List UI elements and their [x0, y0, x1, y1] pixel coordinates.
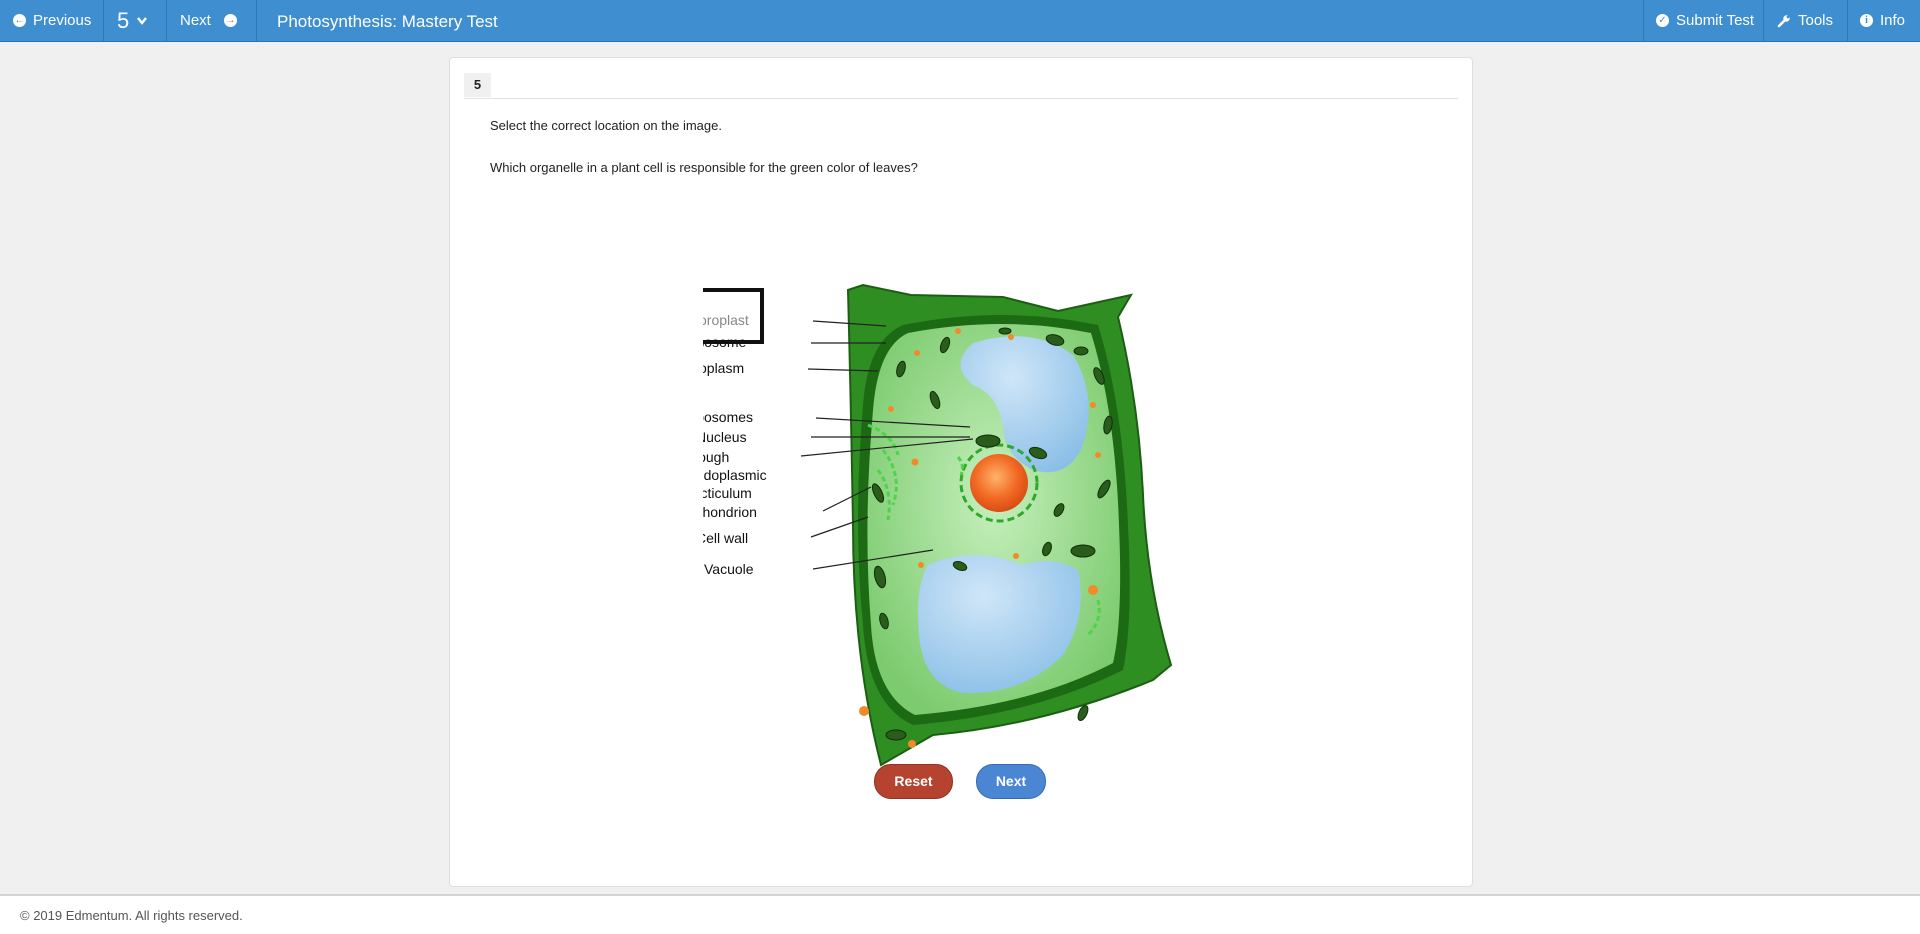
toolbar-divider	[1643, 0, 1644, 41]
toolbar-divider	[166, 0, 167, 41]
copyright-text: © 2019 Edmentum. All rights reserved.	[20, 908, 243, 923]
arrow-right-circle-icon: →	[223, 14, 237, 27]
arrow-left-circle-icon: ←	[13, 14, 26, 27]
tools-button[interactable]: Tools	[1777, 0, 1833, 41]
question-card: 5 Select the correct location on the ima…	[449, 57, 1473, 887]
footer: © 2019 Edmentum. All rights reserved.	[0, 894, 1920, 934]
wrench-icon	[1777, 14, 1790, 27]
toolbar-divider	[256, 0, 257, 41]
test-title: Photosynthesis: Mastery Test	[277, 12, 498, 31]
info-circle-icon: i	[1860, 14, 1873, 27]
previous-button[interactable]: ← Previous	[13, 0, 91, 41]
question-prompt: Which organelle in a plant cell is respo…	[490, 160, 918, 175]
question-number: 5	[117, 7, 130, 33]
label-rough-er-line3: recticulum	[703, 485, 752, 501]
reset-button[interactable]: Reset	[874, 764, 953, 799]
question-tab: 5	[464, 73, 491, 97]
next-button[interactable]: Next	[976, 764, 1046, 799]
plant-cell-diagram[interactable]: Chloroplast Lysosome Cytoplasm Ribosomes…	[703, 225, 1223, 775]
label-chloroplast: Chloroplast	[703, 312, 749, 328]
submit-test-button[interactable]: ✓ Submit Test	[1656, 0, 1754, 41]
label-ribosomes: Ribosomes	[703, 409, 753, 425]
info-label: Info	[1880, 12, 1906, 29]
previous-label: Previous	[33, 12, 92, 29]
label-lysosome: Lysosome	[703, 334, 747, 350]
label-cytoplasm: Cytoplasm	[703, 360, 744, 376]
label-rough-er-line2: endoplasmic	[703, 467, 767, 483]
nucleus-shape[interactable]	[970, 454, 1028, 512]
instruction-text: Select the correct location on the image…	[490, 118, 722, 133]
toolbar-divider	[1763, 0, 1764, 41]
next-question-button[interactable]: Next →	[180, 0, 237, 41]
label-nucleus: Nucleus	[703, 429, 747, 445]
label-vacuole: Vacuole	[704, 561, 754, 577]
label-rough-er-line1: Rough	[703, 449, 729, 465]
tools-label: Tools	[1798, 12, 1834, 29]
question-number-dropdown[interactable]: 5	[117, 0, 148, 41]
info-button[interactable]: i Info	[1860, 0, 1905, 41]
tab-divider	[464, 98, 1458, 99]
toolbar-divider	[103, 0, 104, 41]
label-mitochondrion: Mitochondrion	[703, 504, 757, 520]
check-circle-icon: ✓	[1656, 14, 1669, 27]
toolbar-divider	[1847, 0, 1848, 41]
top-toolbar: ← Previous 5 Next → Photosynthesis: Mast…	[0, 0, 1920, 42]
next-label: Next	[180, 12, 211, 29]
label-cell-wall: Cell wall	[703, 530, 748, 546]
submit-label: Submit Test	[1676, 12, 1755, 29]
chevron-down-icon	[137, 16, 148, 25]
